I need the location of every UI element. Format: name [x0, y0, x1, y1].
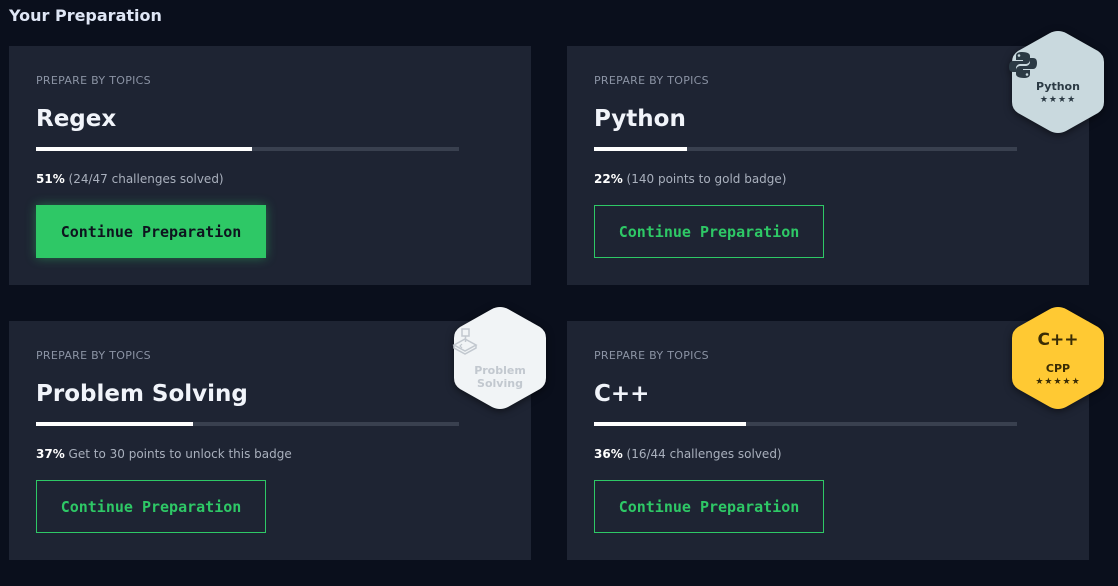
continue-preparation-button[interactable]: Continue Preparation: [594, 205, 824, 258]
progress-stat: 22% (140 points to gold badge): [594, 172, 786, 186]
badge-stars: ★★★★★: [1035, 377, 1081, 387]
progress-stat: 36% (16/44 challenges solved): [594, 447, 782, 461]
hexagon-shape: [1012, 307, 1104, 409]
progress-track: [594, 147, 1017, 151]
card-eyebrow: PREPARE BY TOPICS: [36, 349, 151, 362]
badge-name: Problem Solving: [474, 364, 526, 390]
hexagon-shape: [454, 307, 546, 409]
progress-detail: (140 points to gold badge): [622, 172, 787, 186]
progress-fill: [594, 147, 688, 151]
continue-preparation-button[interactable]: Continue Preparation: [36, 205, 266, 258]
cpp-badge[interactable]: C++ CPP ★★★★★: [1008, 303, 1108, 413]
topic-card-regex: PREPARE BY TOPICS Regex 51% (24/47 chall…: [9, 46, 531, 285]
page-title: Your Preparation: [9, 6, 162, 25]
progress-percent: 36%: [594, 447, 623, 461]
badge-stars: ★★★★: [1039, 95, 1077, 105]
progress-stat: 51% (24/47 challenges solved): [36, 172, 224, 186]
progress-fill: [36, 147, 252, 151]
topic-title: C++: [594, 381, 650, 407]
progress-track: [594, 422, 1017, 426]
continue-preparation-button[interactable]: Continue Preparation: [594, 480, 824, 533]
card-eyebrow: PREPARE BY TOPICS: [36, 74, 151, 87]
progress-track: [36, 147, 459, 151]
progress-detail: Get to 30 points to unlock this badge: [64, 447, 292, 461]
topic-title: Regex: [36, 106, 117, 132]
progress-percent: 37%: [36, 447, 65, 461]
progress-percent: 51%: [36, 172, 65, 186]
topic-title: Python: [594, 106, 686, 132]
card-eyebrow: PREPARE BY TOPICS: [594, 349, 709, 362]
badge-name: Python: [1036, 80, 1080, 93]
progress-fill: [594, 422, 747, 426]
cpp-logo-icon: C++: [1037, 330, 1079, 350]
progress-fill: [36, 422, 193, 426]
continue-preparation-button[interactable]: Continue Preparation: [36, 480, 266, 533]
progress-percent: 22%: [594, 172, 623, 186]
progress-detail: (24/47 challenges solved): [64, 172, 224, 186]
badge-name: CPP: [1045, 362, 1071, 375]
progress-detail: (16/44 challenges solved): [622, 447, 782, 461]
topic-title: Problem Solving: [36, 381, 248, 407]
progress-stat: 37% Get to 30 points to unlock this badg…: [36, 447, 292, 461]
progress-track: [36, 422, 459, 426]
card-eyebrow: PREPARE BY TOPICS: [594, 74, 709, 87]
python-badge[interactable]: Python ★★★★: [1008, 27, 1108, 137]
problem-solving-badge[interactable]: Problem Solving: [450, 303, 550, 413]
